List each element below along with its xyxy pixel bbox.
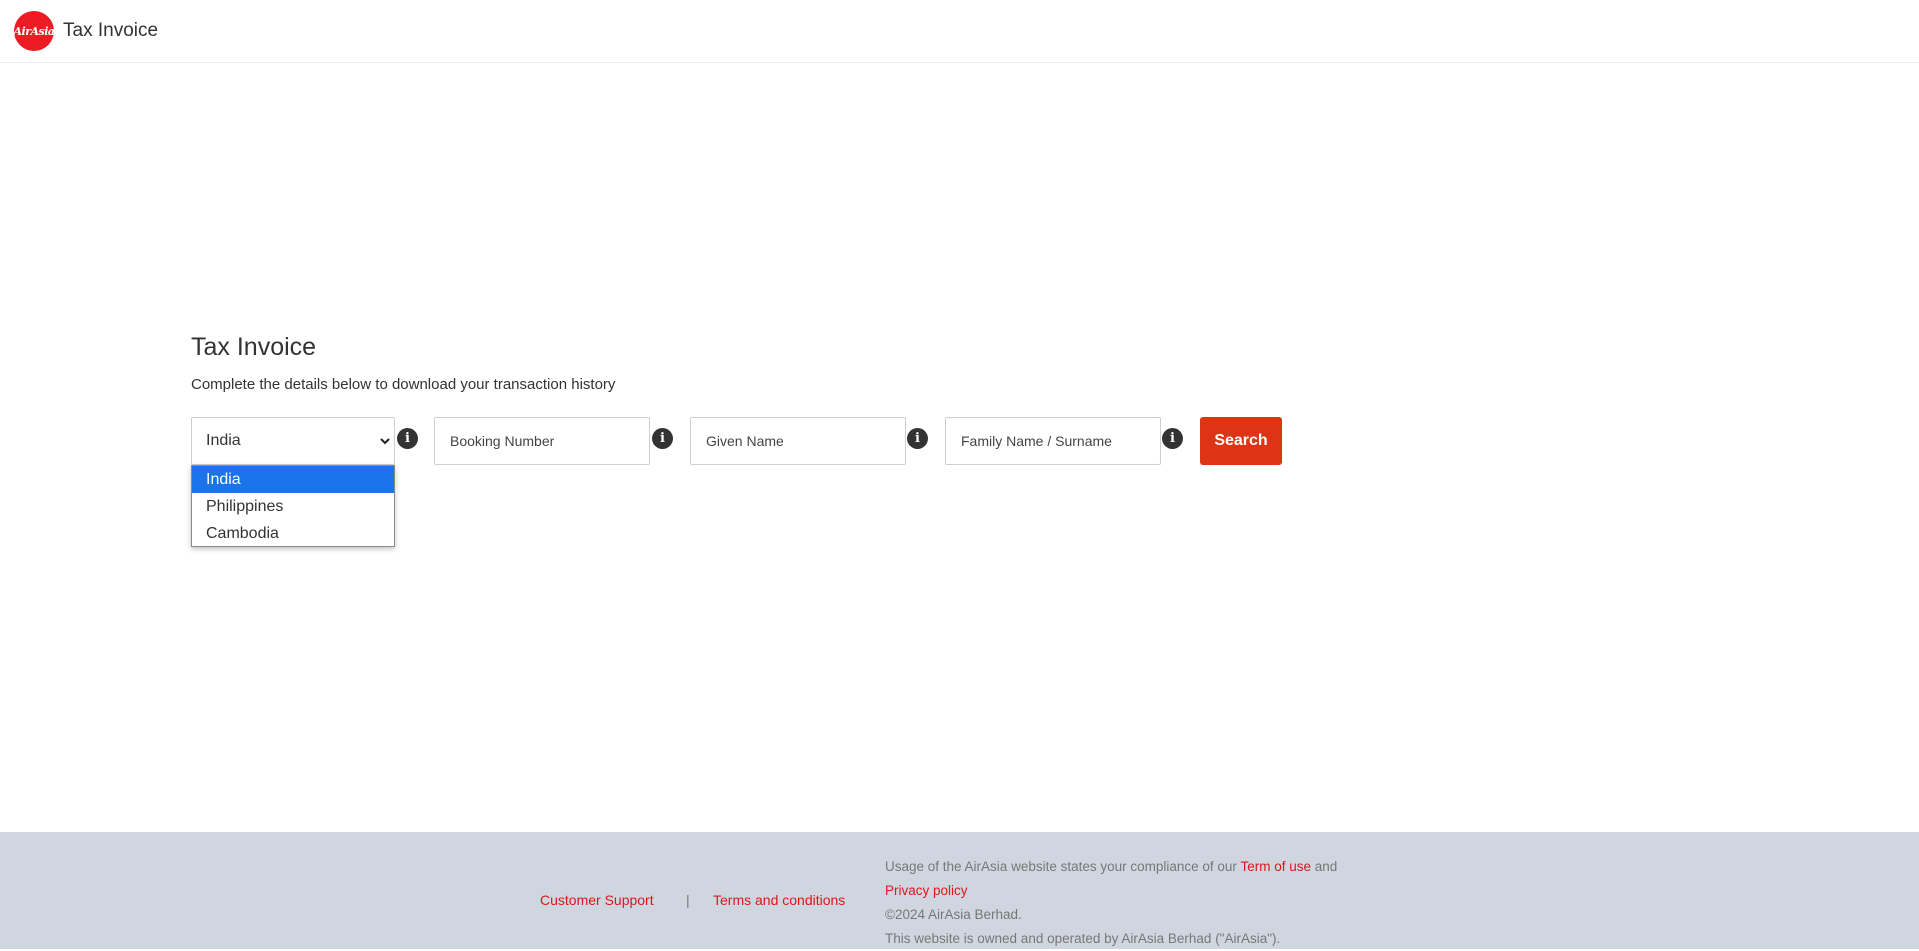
search-button[interactable]: Search: [1200, 417, 1282, 465]
info-icon[interactable]: i: [1162, 428, 1183, 449]
family-name-input[interactable]: [945, 417, 1161, 465]
term-of-use-link[interactable]: Term of use: [1240, 859, 1311, 874]
legal-prefix: Usage of the AirAsia website states your…: [885, 859, 1237, 874]
page-subtitle: Complete the details below to download y…: [191, 376, 616, 393]
country-option-cambodia[interactable]: Cambodia: [192, 520, 394, 547]
terms-and-conditions-link[interactable]: Terms and conditions: [713, 892, 845, 908]
copyright: ©2024 AirAsia Berhad.: [885, 907, 1022, 922]
footer-separator: |: [686, 892, 690, 908]
booking-number-input[interactable]: [434, 417, 650, 465]
ownership-text: This website is owned and operated by Ai…: [885, 931, 1281, 946]
footer: Customer Support | Terms and conditions …: [0, 832, 1919, 949]
info-icon[interactable]: i: [397, 428, 418, 449]
top-header: AirAsia Tax Invoice: [0, 0, 1919, 63]
chevron-down-icon: [380, 438, 390, 445]
privacy-policy-link[interactable]: Privacy policy: [885, 883, 968, 898]
country-dropdown-list: India Philippines Cambodia: [191, 465, 395, 547]
footer-legal-text: Usage of the AirAsia website states your…: [885, 855, 1445, 951]
page-title: Tax Invoice: [191, 333, 317, 361]
country-option-india[interactable]: India: [192, 466, 394, 493]
info-icon[interactable]: i: [652, 428, 673, 449]
given-name-input[interactable]: [690, 417, 906, 465]
country-select[interactable]: India: [191, 417, 395, 465]
customer-support-link[interactable]: Customer Support: [540, 892, 654, 908]
header-title: Tax Invoice: [63, 20, 159, 41]
legal-and: and: [1314, 859, 1338, 874]
country-option-philippines[interactable]: Philippines: [192, 493, 394, 520]
country-select-value: India: [206, 432, 241, 449]
info-icon[interactable]: i: [907, 428, 928, 449]
airasia-logo[interactable]: AirAsia: [13, 11, 55, 51]
